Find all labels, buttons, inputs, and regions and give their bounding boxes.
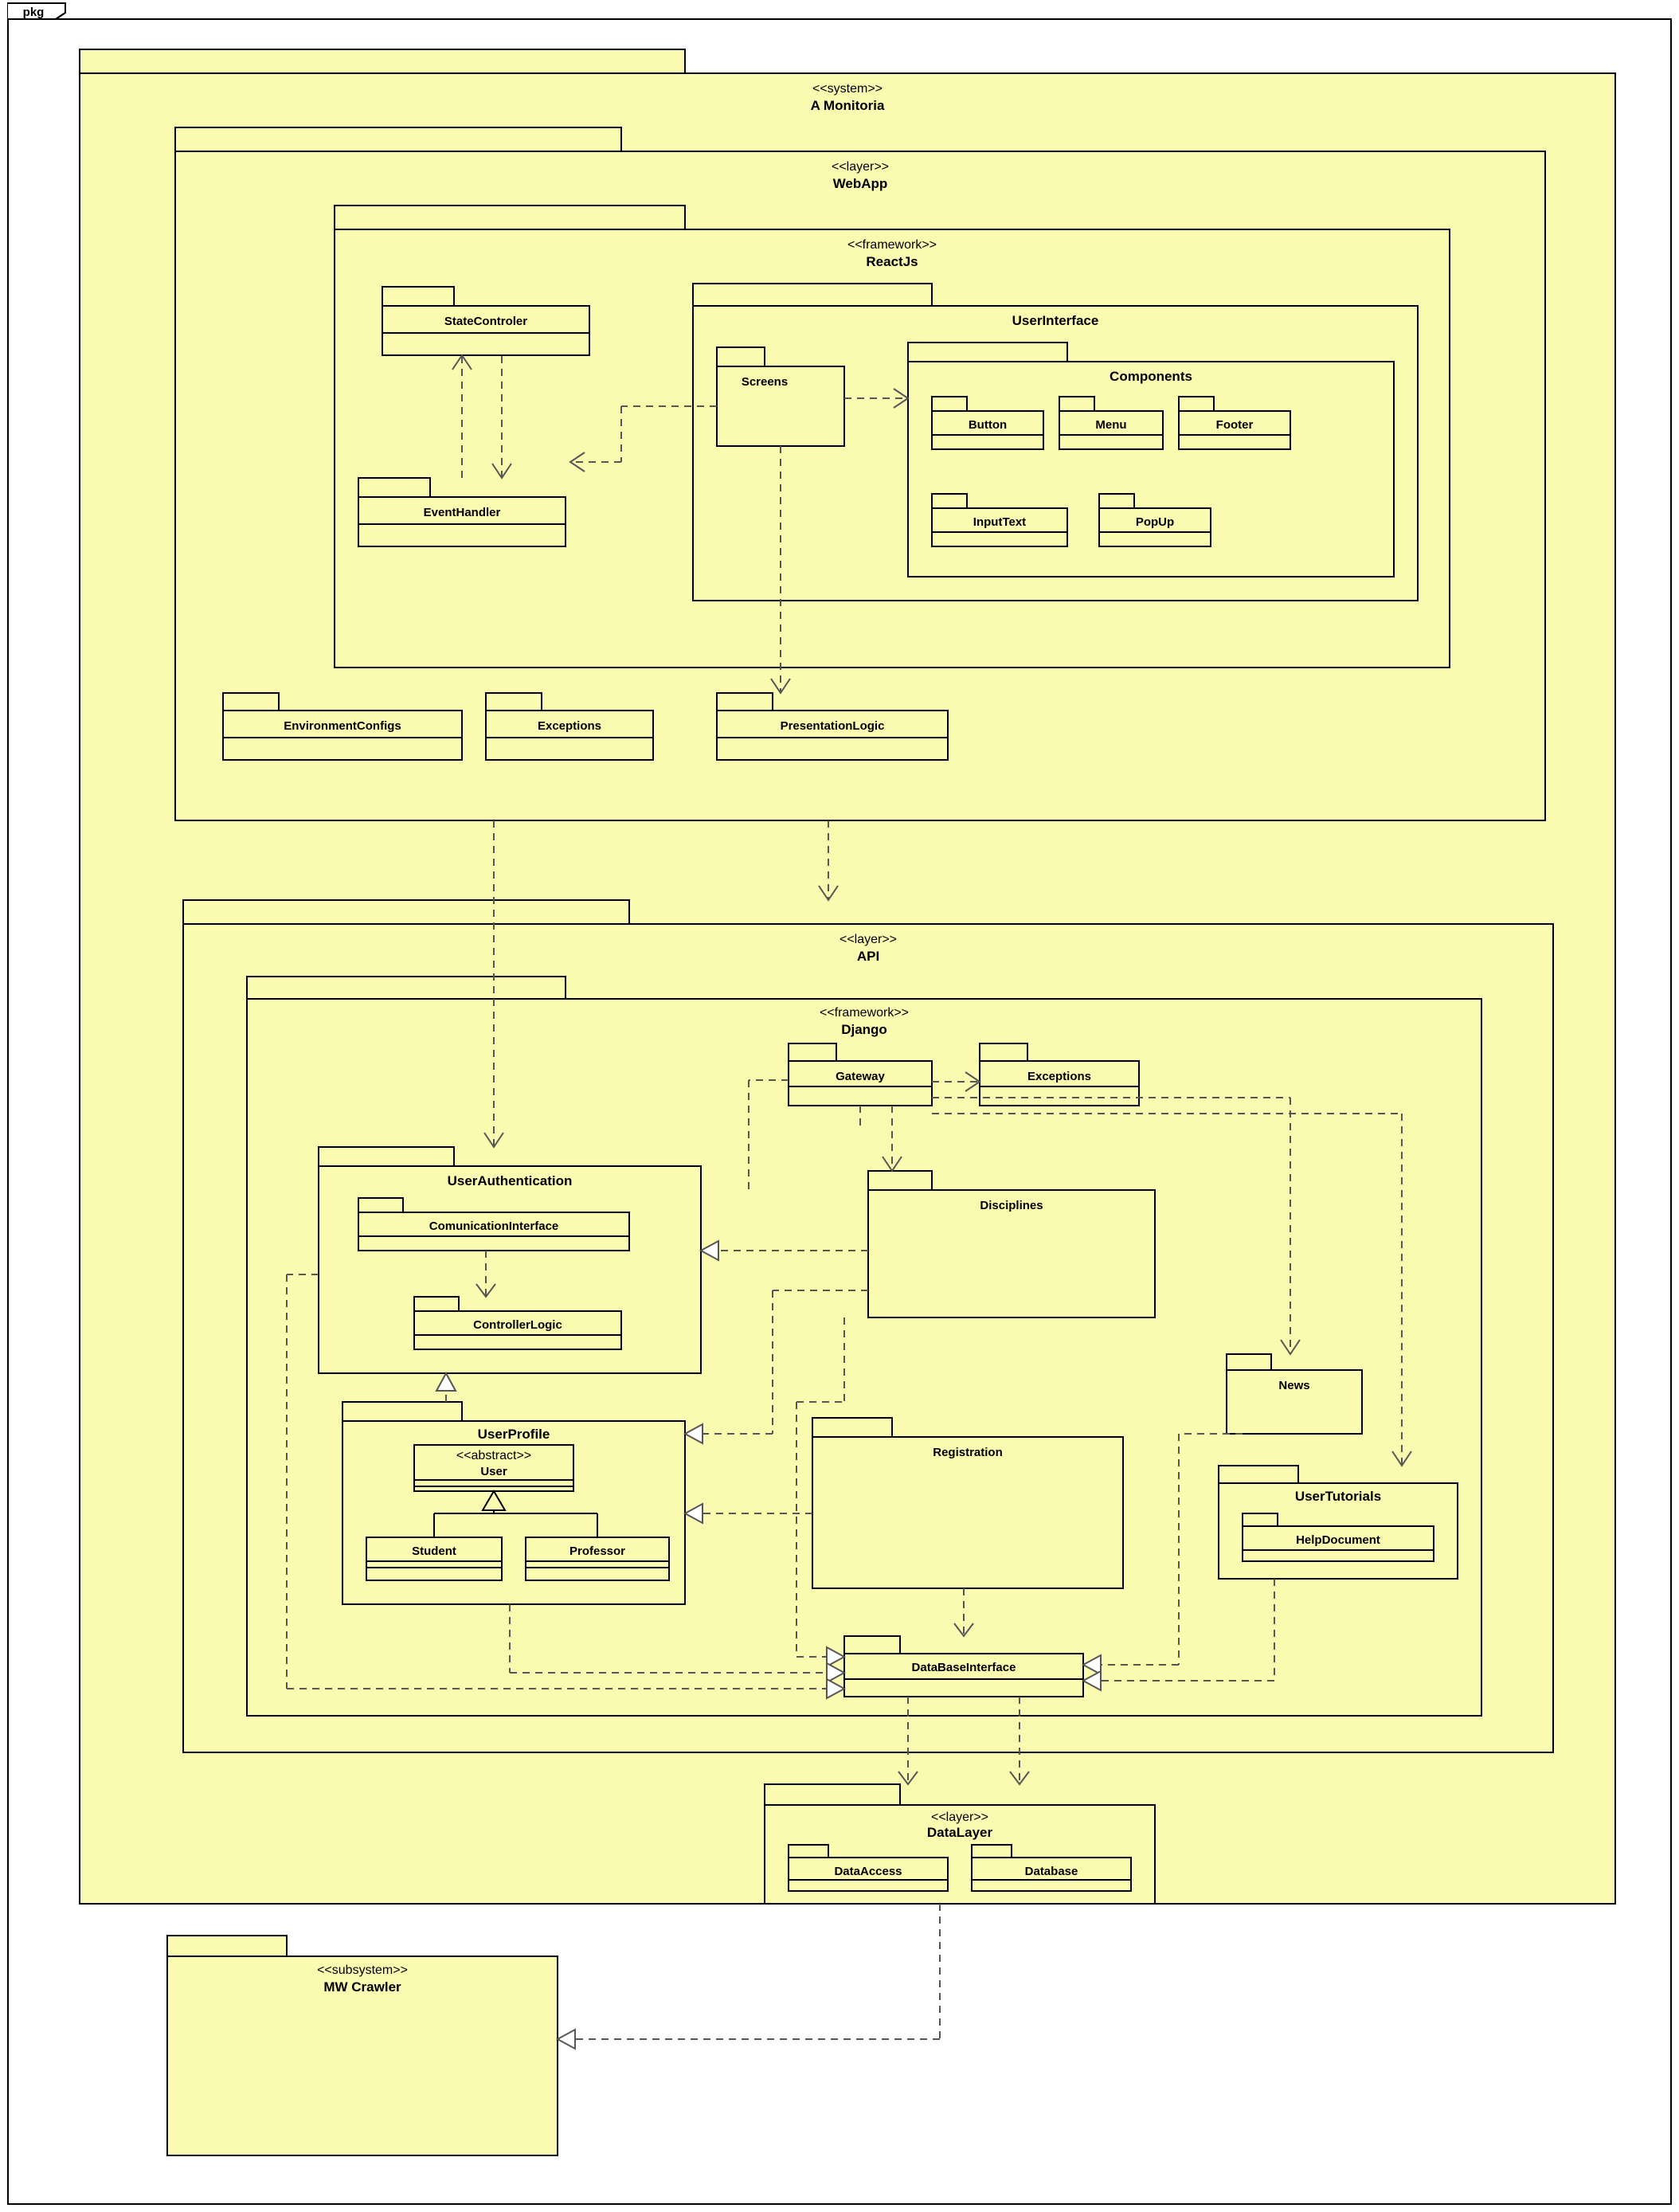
package-title: A Monitoria	[811, 98, 885, 113]
package-title: ReactJs	[866, 254, 918, 269]
package-title: DataLayer	[927, 1825, 993, 1840]
package-title: UserInterface	[1012, 313, 1099, 328]
stereotype: <<framework>>	[847, 238, 937, 252]
package-title: Footer	[1216, 418, 1254, 432]
class-title: Student	[412, 1544, 456, 1558]
package-title: DataAccess	[834, 1865, 902, 1878]
package-title: EventHandler	[424, 506, 501, 519]
package-title: Django	[841, 1022, 887, 1037]
package-title: Disciplines	[980, 1199, 1043, 1212]
uml-package-diagram: pkg <<system>> A Monitoria <<layer>> Web…	[0, 0, 1679, 2212]
stereotype: <<layer>>	[832, 160, 889, 174]
package-registration: Registration	[812, 1418, 1123, 1588]
package-title: Database	[1025, 1865, 1078, 1878]
package-title: News	[1278, 1379, 1309, 1392]
package-title: WebApp	[833, 176, 888, 191]
stereotype: <<subsystem>>	[317, 1963, 408, 1977]
class-title: Professor	[569, 1544, 625, 1558]
package-title: StateControler	[444, 315, 527, 328]
package-mw-crawler: <<subsystem>> MW Crawler	[167, 1936, 558, 2155]
package-title: DataBaseInterface	[912, 1661, 1016, 1674]
package-title: Gateway	[836, 1070, 885, 1083]
package-title: Registration	[933, 1446, 1003, 1459]
package-title: MW Crawler	[323, 1979, 401, 1995]
package-title: UserTutorials	[1295, 1489, 1381, 1504]
class-user: <<abstract>> User	[414, 1445, 573, 1491]
package-title: ComunicationInterface	[429, 1220, 559, 1233]
package-title: Exceptions	[1027, 1070, 1091, 1083]
package-title: PopUp	[1136, 515, 1174, 529]
stereotype: <<framework>>	[820, 1006, 909, 1020]
stereotype: <<layer>>	[931, 1811, 988, 1824]
class-professor: Professor	[526, 1537, 669, 1580]
package-title: Button	[969, 418, 1007, 432]
stereotype: <<layer>>	[840, 933, 897, 946]
class-title: User	[480, 1465, 507, 1478]
class-student: Student	[366, 1537, 502, 1580]
package-title: Screens	[742, 375, 788, 389]
package-title: ControllerLogic	[473, 1318, 562, 1332]
stereotype: <<system>>	[812, 82, 883, 96]
package-title: InputText	[973, 515, 1026, 529]
stereotype: <<abstract>>	[456, 1449, 531, 1462]
package-title: API	[857, 949, 879, 964]
package-title: PresentationLogic	[781, 719, 885, 733]
package-title: Menu	[1095, 418, 1126, 432]
package-title: UserProfile	[478, 1427, 550, 1442]
package-title: Components	[1110, 369, 1192, 384]
package-disciplines: Disciplines	[868, 1171, 1155, 1317]
frame-tab-label: pkg	[23, 6, 45, 19]
package-title: Exceptions	[538, 719, 601, 733]
package-title: EnvironmentConfigs	[284, 719, 401, 733]
package-title: HelpDocument	[1296, 1533, 1380, 1547]
package-title: UserAuthentication	[448, 1173, 573, 1188]
